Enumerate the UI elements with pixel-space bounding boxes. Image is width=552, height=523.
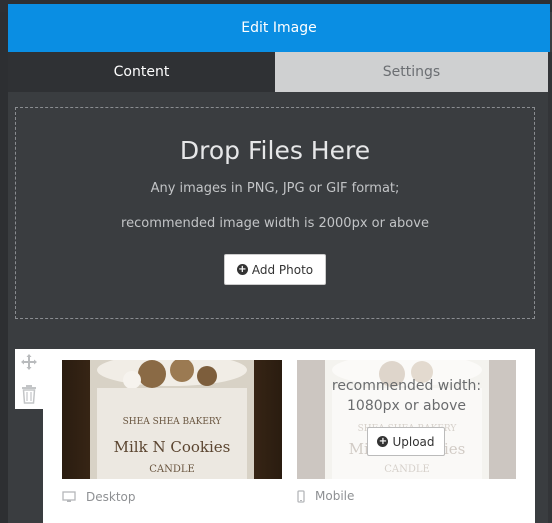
add-photo-button[interactable]: + Add Photo [223,254,327,285]
mobile-caption: Mobile [297,489,354,503]
edit-image-dialog: Edit Image Content Settings Drop Files H… [0,0,552,523]
mobile-recommend-line2: 1080px or above [347,398,466,414]
dialog-title: Edit Image [8,4,550,52]
add-photo-label: Add Photo [251,262,314,277]
candle-brand-text: SHEA SHEA BAKERY [123,417,223,427]
tab-content[interactable]: Content [8,52,275,92]
mobile-caption-label: Mobile [315,489,355,503]
mobile-image-preview[interactable]: SHEA SHEA BAKERY Milk N Cookies CANDLE r… [297,360,516,479]
move-handle-icon[interactable] [19,353,39,373]
file-dropzone[interactable]: Drop Files Here Any images in PNG, JPG o… [15,107,535,319]
mobile-recommendation: recommended width: 1080px or above [297,376,516,416]
candle-photo: SHEA SHEA BAKERY Milk N Cookies CANDLE [62,360,282,479]
desktop-caption: Desktop [62,490,136,504]
tab-bar: Content Settings [8,52,548,92]
dropzone-width-hint: recommended image width is 2000px or abo… [121,216,429,231]
mobile-phone-icon [297,489,305,503]
dropzone-format-hint: Any images in PNG, JPG or GIF format; [150,181,400,196]
left-rail [0,4,8,523]
plus-circle-icon: + [377,436,389,447]
tab-settings[interactable]: Settings [275,52,548,92]
upload-button[interactable]: + Upload [367,427,445,456]
trash-icon[interactable] [20,384,38,404]
mobile-recommend-line1: recommended width: [331,378,482,394]
dropzone-title: Drop Files Here [179,136,371,165]
right-rail [548,52,552,523]
desktop-caption-label: Desktop [86,490,136,504]
plus-circle-icon: + [236,264,248,275]
candle-type-text: CANDLE [149,464,195,475]
candle-name-text: Milk N Cookies [114,438,231,456]
desktop-image-preview[interactable]: SHEA SHEA BAKERY Milk N Cookies CANDLE [62,360,282,479]
upload-label: Upload [392,434,435,449]
desktop-monitor-icon [62,491,76,502]
